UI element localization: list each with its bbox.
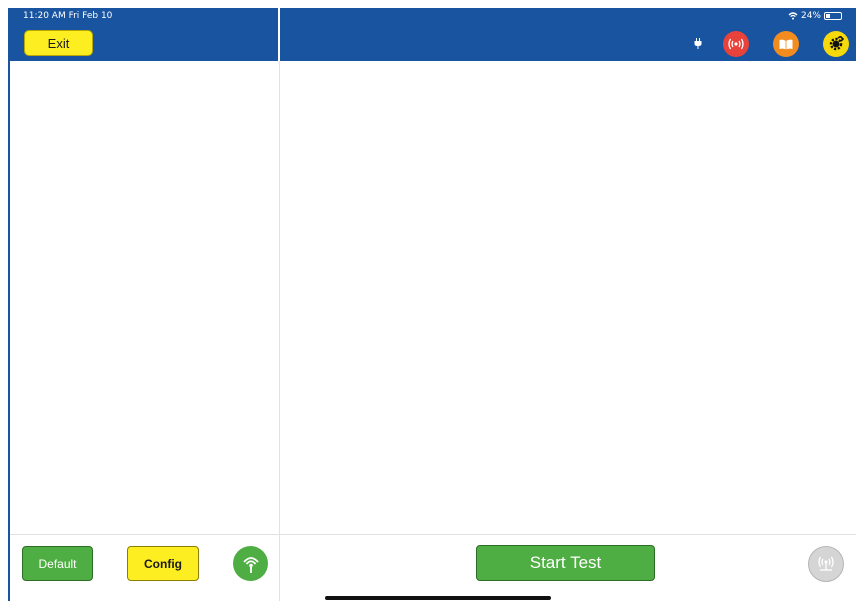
exit-button[interactable]: Exit	[24, 30, 93, 56]
header-divider	[278, 8, 280, 61]
default-button[interactable]: Default	[22, 546, 93, 581]
status-right: 24%	[788, 11, 842, 21]
battery-percent: 24%	[800, 11, 821, 21]
book-button[interactable]	[773, 31, 799, 57]
app-screen: 11:20 AM Fri Feb 10 24% Exit Default Con…	[0, 0, 856, 601]
plug-icon	[694, 38, 702, 49]
status-time: 11:20 AM Fri Feb 10	[23, 11, 113, 21]
broadcast-button[interactable]	[808, 546, 844, 582]
panel-divider	[279, 61, 280, 601]
config-button[interactable]: Config	[127, 546, 199, 581]
broadcast-icon	[818, 556, 834, 571]
signal-icon	[728, 38, 744, 50]
left-edge-strip	[0, 8, 10, 601]
start-test-button[interactable]: Start Test	[476, 545, 655, 581]
antenna-icon	[242, 556, 259, 573]
book-icon	[779, 39, 793, 49]
gear-icon	[829, 36, 844, 51]
antenna-button[interactable]	[233, 546, 268, 581]
settings-button[interactable]	[823, 31, 849, 57]
battery-icon	[824, 12, 842, 20]
signal-button[interactable]	[723, 31, 749, 57]
wifi-icon	[788, 12, 798, 20]
home-indicator[interactable]	[325, 596, 551, 600]
footer-divider	[10, 534, 856, 535]
